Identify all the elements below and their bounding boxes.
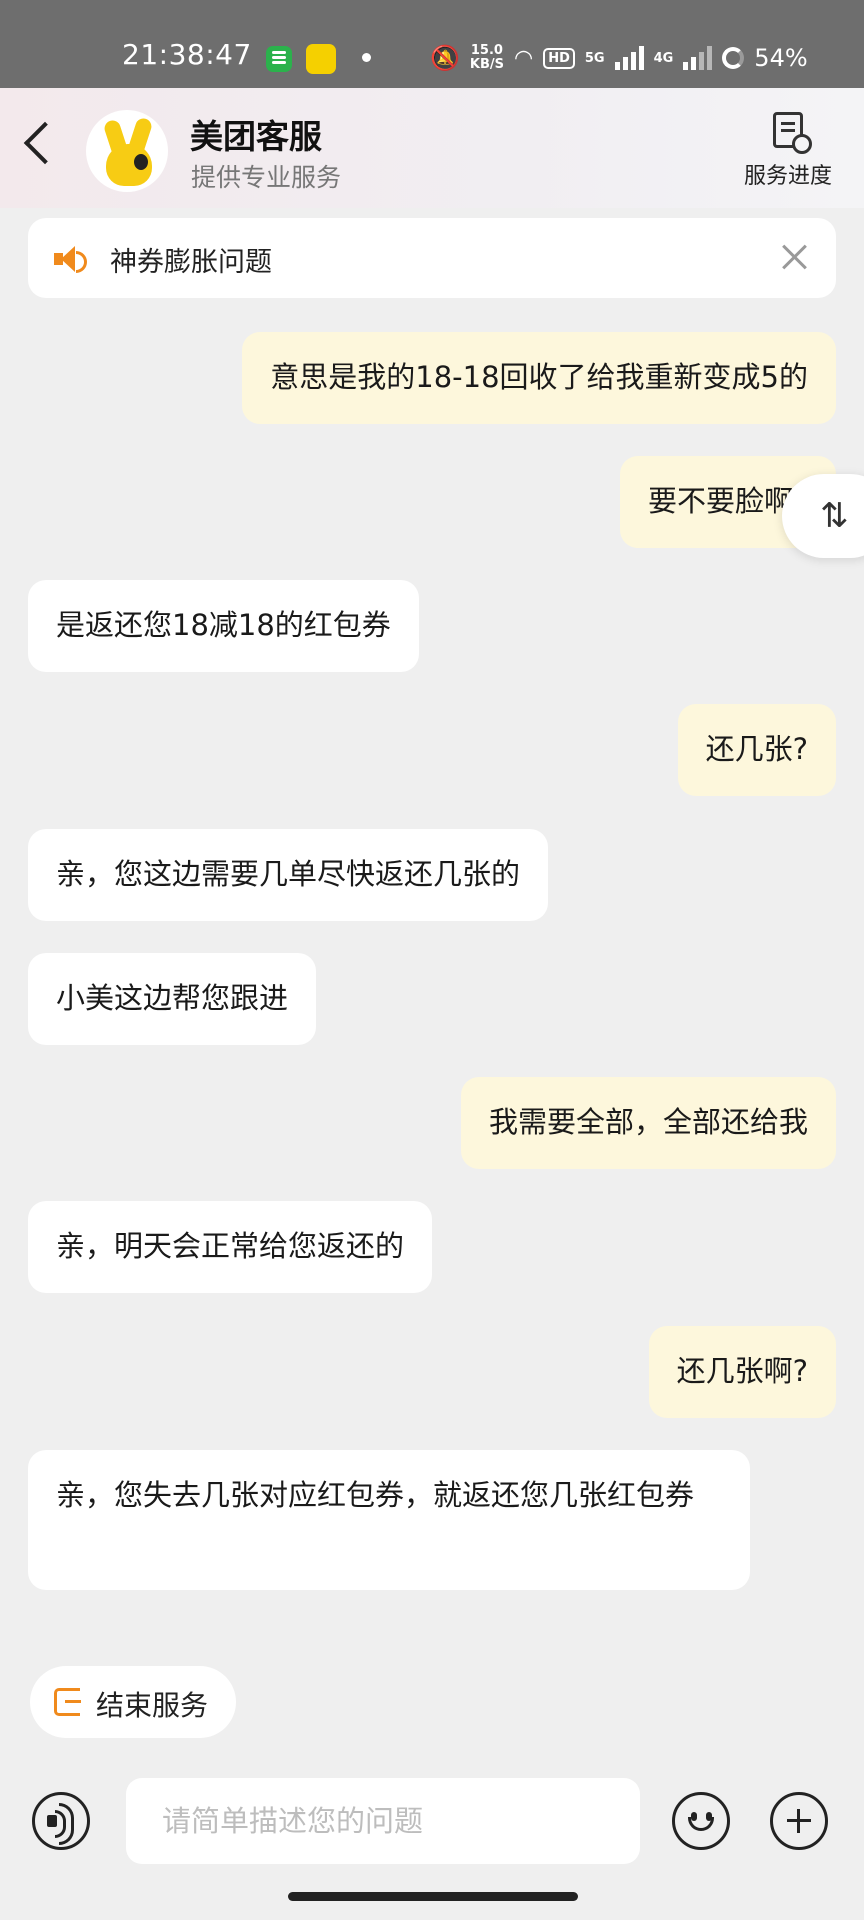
net-speed-value: 15.0 xyxy=(470,43,503,58)
hd-badge: HD xyxy=(543,47,575,69)
network-speed: 15.0 KB/S xyxy=(470,44,504,72)
message-bot: 亲，明天会正常给您返还的 xyxy=(28,1201,433,1293)
message-user: 还几张啊? xyxy=(648,1326,836,1418)
home-indicator[interactable] xyxy=(288,1892,578,1901)
scroll-toggle-button[interactable]: ⇅ xyxy=(782,474,864,558)
document-clock-icon xyxy=(773,112,812,154)
close-icon[interactable] xyxy=(778,241,810,273)
dot-icon xyxy=(362,53,371,62)
service-progress-label: 服务进度 xyxy=(743,164,832,189)
message-bot: 小美这边帮您跟进 xyxy=(28,953,317,1045)
battery-percent: 54% xyxy=(754,44,808,72)
back-icon[interactable] xyxy=(23,121,67,165)
page-subtitle: 提供专业服务 xyxy=(191,163,342,192)
wifi-icon: ◠ xyxy=(513,45,534,71)
signal-icon-2 xyxy=(683,46,713,70)
net-5g-label: 5G xyxy=(584,50,605,66)
signal-icon xyxy=(614,46,644,70)
notes-app-icon xyxy=(306,44,336,74)
message-bot: 亲，您这边需要几单尽快返还几张的 xyxy=(28,829,549,921)
mute-icon: 🔕 xyxy=(430,44,460,72)
topic-notice[interactable]: 神券膨胀问题 xyxy=(28,218,836,298)
battery-icon xyxy=(722,47,745,69)
status-indicators: 🔕 15.0 KB/S ◠ HD 5G 4G 54% xyxy=(430,38,808,78)
status-time: 21:38:47 xyxy=(122,38,252,71)
message-user: 我需要全部，全部还给我 xyxy=(460,1077,836,1169)
net-speed-unit: KB/S xyxy=(469,57,504,72)
message-user: 意思是我的18-18回收了给我重新变成5的 xyxy=(242,332,836,424)
plus-icon[interactable] xyxy=(770,1792,828,1850)
avatar[interactable] xyxy=(86,110,168,192)
end-service-label: 结束服务 xyxy=(96,1689,209,1722)
message-bot: 亲，您失去几张对应红包券，就返还您几张红包券 xyxy=(28,1450,750,1590)
page-title: 美团客服 xyxy=(190,117,322,156)
voice-icon[interactable] xyxy=(32,1792,90,1850)
notice-text: 神券膨胀问题 xyxy=(110,247,272,278)
message-user: 还几张? xyxy=(677,704,836,796)
message-bot: 是返还您18减18的红包券 xyxy=(28,580,419,672)
exit-icon xyxy=(54,1688,81,1716)
speaker-icon xyxy=(54,245,88,273)
net-4g-label: 4G xyxy=(653,50,674,66)
chat-header: 美团客服 提供专业服务 服务进度 xyxy=(0,88,864,208)
status-bar: 21:38:47 🔕 15.0 KB/S ◠ HD 5G 4G 54% xyxy=(0,0,864,88)
service-progress-button[interactable]: 服务进度 xyxy=(728,112,848,192)
end-service-button[interactable]: 结束服务 xyxy=(30,1666,236,1738)
emoji-icon[interactable] xyxy=(672,1792,730,1850)
message-input[interactable] xyxy=(126,1778,640,1864)
sort-arrows-icon: ⇅ xyxy=(820,496,849,536)
mascot-eye xyxy=(134,154,148,170)
messaging-app-icon xyxy=(266,46,292,72)
